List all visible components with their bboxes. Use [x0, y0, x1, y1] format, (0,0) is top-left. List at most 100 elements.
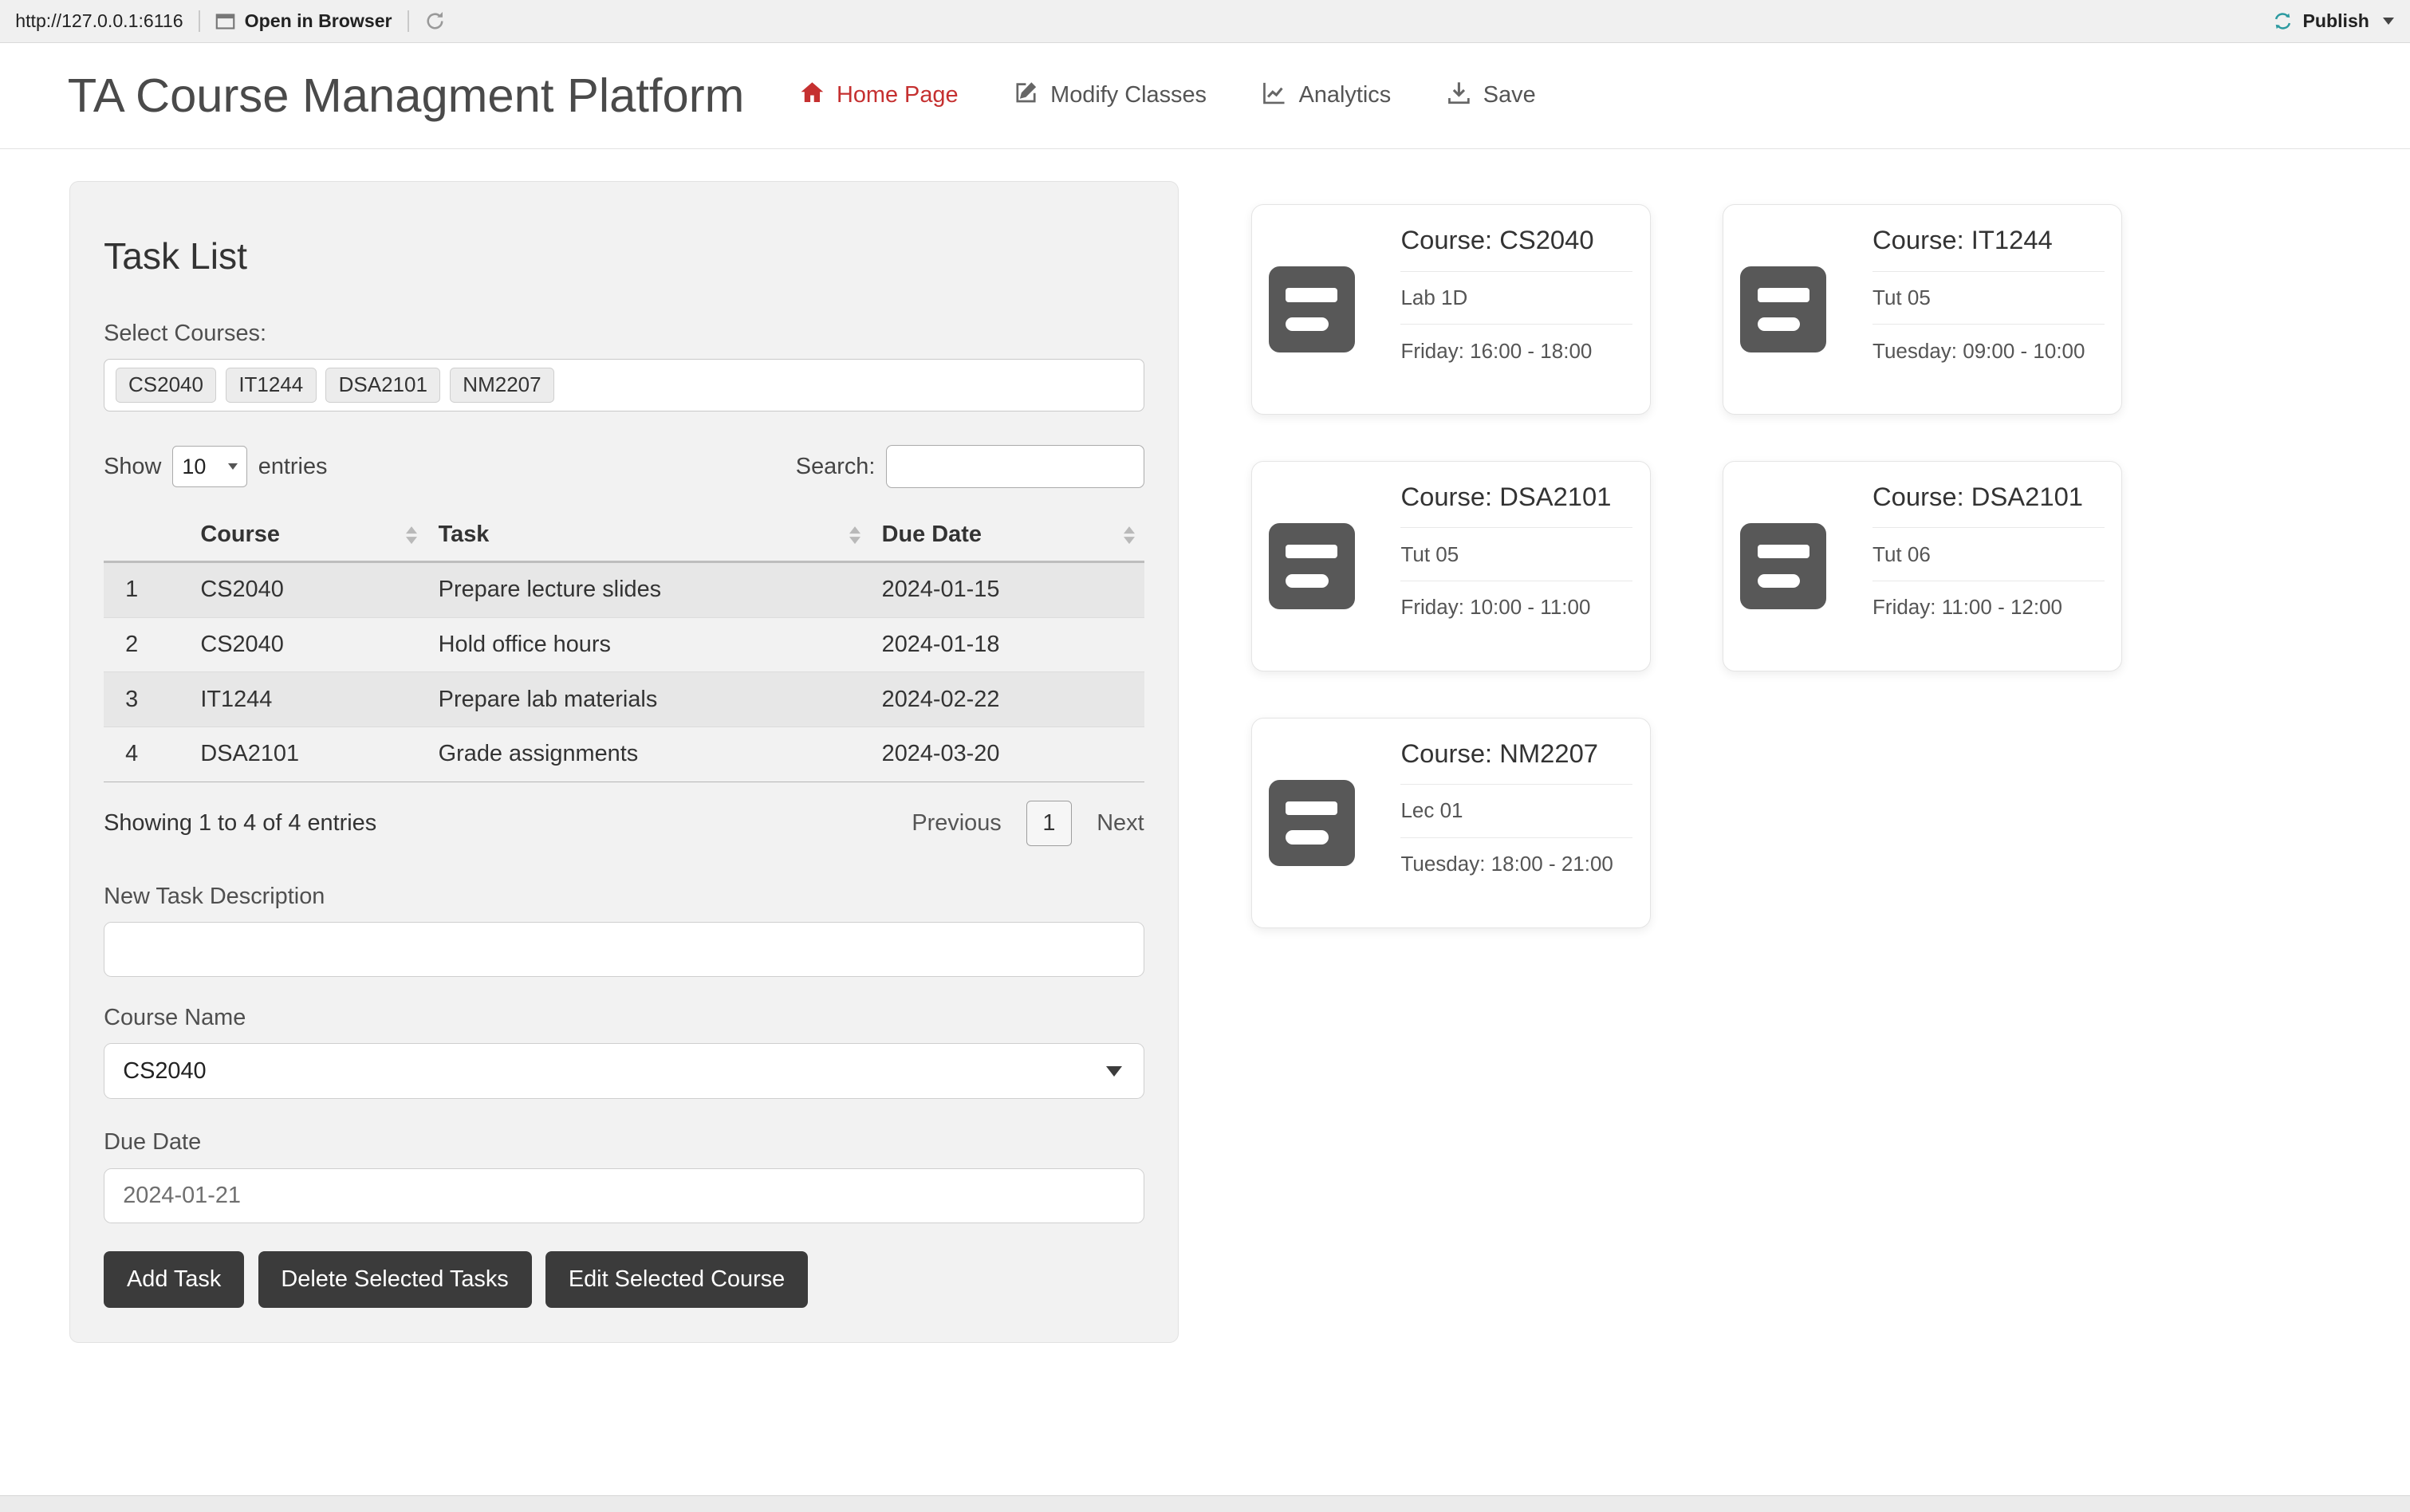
- table-controls: Show 10 entries Search:: [104, 445, 1144, 488]
- publish-dropdown-caret[interactable]: [2383, 18, 2394, 25]
- row-task: Prepare lab materials: [426, 672, 869, 727]
- course-card-time: Friday: 16:00 - 18:00: [1400, 325, 1632, 363]
- due-date-label: Due Date: [104, 1129, 1144, 1156]
- course-card[interactable]: Course: DSA2101 Tut 05 Friday: 10:00 - 1…: [1251, 461, 1651, 671]
- main-content: Task List Select Courses: CS2040 IT1244 …: [0, 149, 2410, 1343]
- sort-icons: [406, 526, 417, 544]
- course-card-time: Tuesday: 09:00 - 10:00: [1872, 325, 2105, 363]
- entries-label: entries: [258, 454, 328, 480]
- course-multiselect[interactable]: CS2040 IT1244 DSA2101 NM2207: [104, 359, 1144, 411]
- row-due-date: 2024-02-22: [869, 672, 1144, 727]
- window-bottom-edge: [0, 1495, 2410, 1512]
- divider: [199, 10, 200, 32]
- col-header-task[interactable]: Task: [426, 510, 869, 561]
- page-number-button[interactable]: 1: [1026, 801, 1073, 847]
- row-index: 3: [104, 672, 188, 727]
- address-url[interactable]: http://127.0.0.1:6116: [15, 10, 183, 32]
- col-header-index: [104, 510, 188, 561]
- new-task-input[interactable]: [104, 922, 1144, 977]
- nav-save[interactable]: Save: [1447, 81, 1536, 112]
- course-book-icon: [1740, 266, 1826, 352]
- previous-page-button[interactable]: Previous: [912, 810, 1001, 837]
- course-card[interactable]: Course: IT1244 Tut 05 Tuesday: 09:00 - 1…: [1723, 204, 2122, 415]
- delete-selected-tasks-button[interactable]: Delete Selected Tasks: [258, 1251, 532, 1308]
- course-card[interactable]: Course: DSA2101 Tut 06 Friday: 11:00 - 1…: [1723, 461, 2122, 671]
- select-courses-label: Select Courses:: [104, 321, 1144, 347]
- nav-label: Modify Classes: [1050, 82, 1207, 108]
- row-due-date: 2024-03-20: [869, 726, 1144, 782]
- main-nav: Home Page Modify Classes Analytics Save: [800, 81, 1536, 112]
- refresh-icon[interactable]: [424, 10, 446, 32]
- course-tag[interactable]: NM2207: [450, 368, 554, 404]
- table-row[interactable]: 3 IT1244 Prepare lab materials 2024-02-2…: [104, 672, 1144, 727]
- next-page-button[interactable]: Next: [1097, 810, 1144, 837]
- table-row[interactable]: 2 CS2040 Hold office hours 2024-01-18: [104, 617, 1144, 672]
- course-tag[interactable]: CS2040: [116, 368, 217, 404]
- save-icon: [1447, 81, 1471, 112]
- course-card[interactable]: Course: CS2040 Lab 1D Friday: 16:00 - 18…: [1251, 204, 1651, 415]
- chevron-down-icon: [1106, 1066, 1122, 1077]
- row-index: 2: [104, 617, 188, 672]
- course-tag[interactable]: IT1244: [226, 368, 317, 404]
- entries-select-value: 10: [182, 455, 206, 479]
- col-header-due-date[interactable]: Due Date: [869, 510, 1144, 561]
- table-header-row: Course Task Due Date: [104, 510, 1144, 561]
- course-card-title: Course: DSA2101: [1872, 482, 2105, 528]
- course-book-icon: [1740, 523, 1826, 609]
- row-course: IT1244: [188, 672, 426, 727]
- pagination: Previous 1 Next: [912, 801, 1144, 847]
- sort-icons: [1124, 526, 1135, 544]
- browser-preview-bar: http://127.0.0.1:6116 Open in Browser Pu…: [0, 0, 2410, 43]
- row-task: Grade assignments: [426, 726, 869, 782]
- due-date-input[interactable]: [104, 1168, 1144, 1223]
- edit-selected-course-button[interactable]: Edit Selected Course: [545, 1251, 808, 1308]
- course-name-select[interactable]: CS2040: [104, 1043, 1144, 1098]
- app-header: TA Course Managment Platform Home Page M…: [0, 43, 2410, 149]
- row-index: 4: [104, 726, 188, 782]
- search-label: Search:: [796, 454, 876, 480]
- course-card-title: Course: DSA2101: [1400, 482, 1632, 528]
- nav-home-page[interactable]: Home Page: [800, 81, 959, 112]
- course-tag[interactable]: DSA2101: [325, 368, 440, 404]
- entries-summary: Showing 1 to 4 of 4 entries: [104, 810, 376, 837]
- row-course: DSA2101: [188, 726, 426, 782]
- course-card-section: Tut 06: [1872, 528, 2105, 581]
- page-title: TA Course Managment Platform: [68, 68, 745, 123]
- course-name-label: Course Name: [104, 1005, 1144, 1031]
- row-course: CS2040: [188, 561, 426, 617]
- nav-label: Analytics: [1299, 82, 1392, 108]
- course-card-section: Tut 05: [1400, 528, 1632, 581]
- entries-select[interactable]: 10: [172, 446, 247, 487]
- show-label: Show: [104, 454, 161, 480]
- search-input[interactable]: [886, 445, 1144, 488]
- nav-label: Home Page: [837, 82, 959, 108]
- course-cards-grid: Course: CS2040 Lab 1D Friday: 16:00 - 18…: [1251, 204, 2123, 928]
- add-task-button[interactable]: Add Task: [104, 1251, 244, 1308]
- course-card-title: Course: IT1244: [1872, 225, 2105, 271]
- nav-label: Save: [1483, 82, 1536, 108]
- edit-icon: [1014, 81, 1038, 112]
- course-card-section: Tut 05: [1872, 272, 2105, 325]
- row-due-date: 2024-01-15: [869, 561, 1144, 617]
- course-card[interactable]: Course: NM2207 Lec 01 Tuesday: 18:00 - 2…: [1251, 718, 1651, 928]
- row-task: Prepare lecture slides: [426, 561, 869, 617]
- row-due-date: 2024-01-18: [869, 617, 1144, 672]
- nav-modify-classes[interactable]: Modify Classes: [1014, 81, 1207, 112]
- course-card-section: Lec 01: [1400, 785, 1632, 838]
- publish-button[interactable]: Publish: [2302, 10, 2369, 32]
- publish-icon: [2272, 10, 2294, 32]
- open-in-browser-button[interactable]: Open in Browser: [245, 10, 392, 32]
- course-card-section: Lab 1D: [1400, 272, 1632, 325]
- nav-analytics[interactable]: Analytics: [1262, 81, 1391, 112]
- col-header-course[interactable]: Course: [188, 510, 426, 561]
- row-task: Hold office hours: [426, 617, 869, 672]
- table-row[interactable]: 1 CS2040 Prepare lecture slides 2024-01-…: [104, 561, 1144, 617]
- course-card-time: Friday: 10:00 - 11:00: [1400, 581, 1632, 620]
- row-index: 1: [104, 561, 188, 617]
- table-row[interactable]: 4 DSA2101 Grade assignments 2024-03-20: [104, 726, 1144, 782]
- open-in-browser-icon: [215, 11, 235, 31]
- course-book-icon: [1269, 523, 1355, 609]
- course-book-icon: [1269, 780, 1355, 866]
- course-card-title: Course: CS2040: [1400, 225, 1632, 271]
- course-name-select-value: CS2040: [123, 1058, 206, 1085]
